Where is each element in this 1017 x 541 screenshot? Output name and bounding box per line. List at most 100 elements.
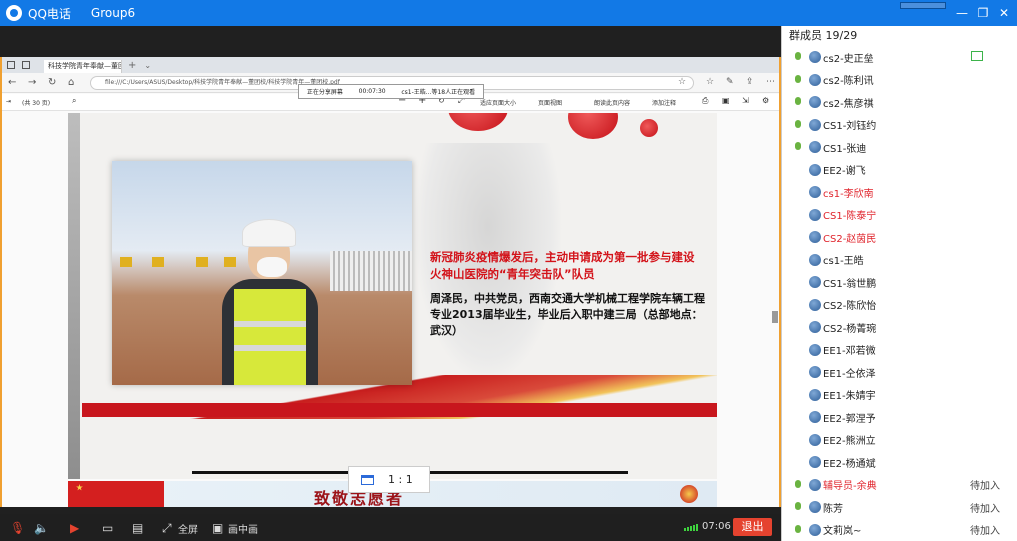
avatar xyxy=(809,208,821,221)
save-icon[interactable]: ▣ xyxy=(722,96,730,105)
exit-button[interactable]: 退出 xyxy=(733,518,772,536)
share-viewers: cs1-王皓...等18人正在观看 xyxy=(401,89,476,96)
member-row[interactable]: 辅导员-余典 待加入 xyxy=(782,474,1017,497)
member-mic-icon xyxy=(792,366,804,378)
member-mic-icon xyxy=(792,299,804,311)
member-row[interactable]: EE2-谢飞 xyxy=(782,159,1017,182)
fullscreen-button[interactable]: 全屏 xyxy=(178,521,198,536)
member-row[interactable]: EE1-朱婧宇 xyxy=(782,384,1017,407)
camera-off-icon[interactable]: ▶ xyxy=(70,521,79,535)
member-mic-icon xyxy=(792,96,804,108)
ratio-label: 1 : 1 xyxy=(388,473,413,486)
member-mic-icon xyxy=(792,74,804,86)
member-row[interactable]: EE2-熊洲立 xyxy=(782,429,1017,452)
decor-circle xyxy=(568,113,618,139)
member-row[interactable]: CS1-刘钰约 xyxy=(782,114,1017,137)
avatar xyxy=(809,253,821,266)
member-name: 陈芳 xyxy=(823,503,843,515)
favorite-star-icon[interactable]: ☆ xyxy=(678,77,686,87)
settings-icon[interactable]: ⚙ xyxy=(762,96,769,105)
new-tab-icon[interactable]: + xyxy=(128,60,136,71)
pen-icon[interactable]: ✎ xyxy=(726,77,734,87)
avatar xyxy=(809,523,821,536)
member-row[interactable]: cs2-史正垒 xyxy=(782,46,1017,69)
fullscreen-icon[interactable]: ⤢ xyxy=(162,521,172,536)
member-mic-icon xyxy=(792,479,804,491)
member-row[interactable]: EE1-仝依泽 xyxy=(782,361,1017,384)
back-icon[interactable]: ← xyxy=(8,77,16,88)
member-sidebar: 群成员 19/29 cs2-史正垒 cs2-陈利讯 cs2-焦彦祺 CS1-刘钰约 CS… xyxy=(781,26,1017,541)
ratio-popup[interactable]: 1 : 1 xyxy=(348,466,430,493)
tab-actions-icon[interactable] xyxy=(22,61,30,69)
close-icon[interactable]: ✕ xyxy=(995,4,1013,22)
member-row[interactable]: cs2-陈利讯 xyxy=(782,69,1017,92)
member-row[interactable]: 陈芳 待加入 xyxy=(782,496,1017,519)
network-meter xyxy=(900,2,946,9)
pip-icon[interactable]: ▣ xyxy=(212,521,223,535)
save-as-icon[interactable]: ⇲ xyxy=(742,96,749,105)
fit-page-button[interactable]: 适应页面大小 xyxy=(480,98,516,107)
home-icon[interactable]: ⌂ xyxy=(68,77,74,88)
sidebar-toggle-icon[interactable]: ⇥ xyxy=(6,98,11,105)
slide-headline: 新冠肺炎疫情爆发后，主动申请成为第一批参与建设火神山医院的“青年突击队”队员 xyxy=(430,250,695,281)
member-mic-icon xyxy=(792,434,804,446)
member-row[interactable]: CS1-翁世鹏 xyxy=(782,271,1017,294)
member-mic-icon xyxy=(792,524,804,536)
member-name: CS1-陈泰宁 xyxy=(823,211,877,223)
member-count: 群成员 19/29 xyxy=(789,29,858,42)
tab-list-icon[interactable]: ⌄ xyxy=(144,61,151,70)
share-screen-icon[interactable]: ▭ xyxy=(102,521,113,535)
member-row[interactable]: cs1-李欣南 xyxy=(782,181,1017,204)
minimize-icon[interactable]: — xyxy=(953,4,971,22)
avatar xyxy=(809,73,821,86)
pip-button[interactable]: 画中画 xyxy=(228,521,258,536)
member-mic-icon xyxy=(792,186,804,198)
share-icon[interactable]: ⇪ xyxy=(746,77,754,87)
member-mic-icon xyxy=(792,276,804,288)
avatar xyxy=(809,321,821,334)
group-name: Group6 xyxy=(90,6,136,20)
read-aloud-button[interactable]: 朗读此页内容 xyxy=(594,98,630,107)
search-icon[interactable]: ⌕ xyxy=(72,96,76,106)
restore-icon[interactable]: ❐ xyxy=(974,4,992,22)
call-toolbar: 🎙 🔈 ▶ ▭ ▤ ⤢ 全屏 ▣ 画中画 07:06 xyxy=(0,514,781,541)
print-icon[interactable]: ⎙ xyxy=(702,96,708,106)
speaker-icon[interactable]: 🔈 xyxy=(34,521,49,535)
qq-logo-icon xyxy=(6,5,22,21)
member-name: cs2-陈利讯 xyxy=(823,76,874,88)
member-row[interactable]: CS2-赵茵民 xyxy=(782,226,1017,249)
member-name: CS1-刘钰约 xyxy=(823,121,877,133)
more-icon[interactable]: ⋯ xyxy=(766,77,775,87)
member-row[interactable]: EE1-邓若微 xyxy=(782,339,1017,362)
member-row[interactable]: cs1-王皓 xyxy=(782,249,1017,272)
member-name: cs2-焦彦祺 xyxy=(823,98,874,110)
signal-icon xyxy=(684,524,698,531)
member-row[interactable]: CS1-陈泰宁 xyxy=(782,204,1017,227)
avatar xyxy=(809,276,821,289)
window-icon[interactable] xyxy=(7,61,15,69)
member-name: EE2-谢飞 xyxy=(823,166,866,178)
member-status: 待加入 xyxy=(970,503,1000,515)
mic-muted-icon[interactable]: 🎙 xyxy=(10,521,25,535)
member-name: EE1-邓若微 xyxy=(823,346,876,358)
avatar xyxy=(809,343,821,356)
member-row[interactable]: CS2-杨菁琬 xyxy=(782,316,1017,339)
whiteboard-icon[interactable]: ▤ xyxy=(132,521,143,535)
avatar xyxy=(809,118,821,131)
refresh-icon[interactable]: ↻ xyxy=(48,77,56,88)
browser-tab[interactable]: 科技学院青年奉献—董团校 xyxy=(44,60,122,73)
member-row[interactable]: CS2-陈欣怡 xyxy=(782,294,1017,317)
scrollbar-thumb[interactable] xyxy=(772,311,778,323)
add-note-button[interactable]: 添加注释 xyxy=(652,98,676,107)
forward-icon[interactable]: → xyxy=(28,77,36,88)
member-mic-icon xyxy=(792,344,804,356)
member-row[interactable]: EE2-杨通斌 xyxy=(782,451,1017,474)
avatar xyxy=(809,163,821,176)
page-view-button[interactable]: 页面视图 xyxy=(538,98,562,107)
favorites-icon[interactable]: ☆ xyxy=(706,77,714,87)
member-row[interactable]: EE2-郭涅予 xyxy=(782,406,1017,429)
member-row[interactable]: CS1-张迪 xyxy=(782,136,1017,159)
member-mic-icon xyxy=(792,456,804,468)
member-row[interactable]: 文莉岚~ 待加入 xyxy=(782,519,1017,541)
member-row[interactable]: cs2-焦彦祺 xyxy=(782,91,1017,114)
